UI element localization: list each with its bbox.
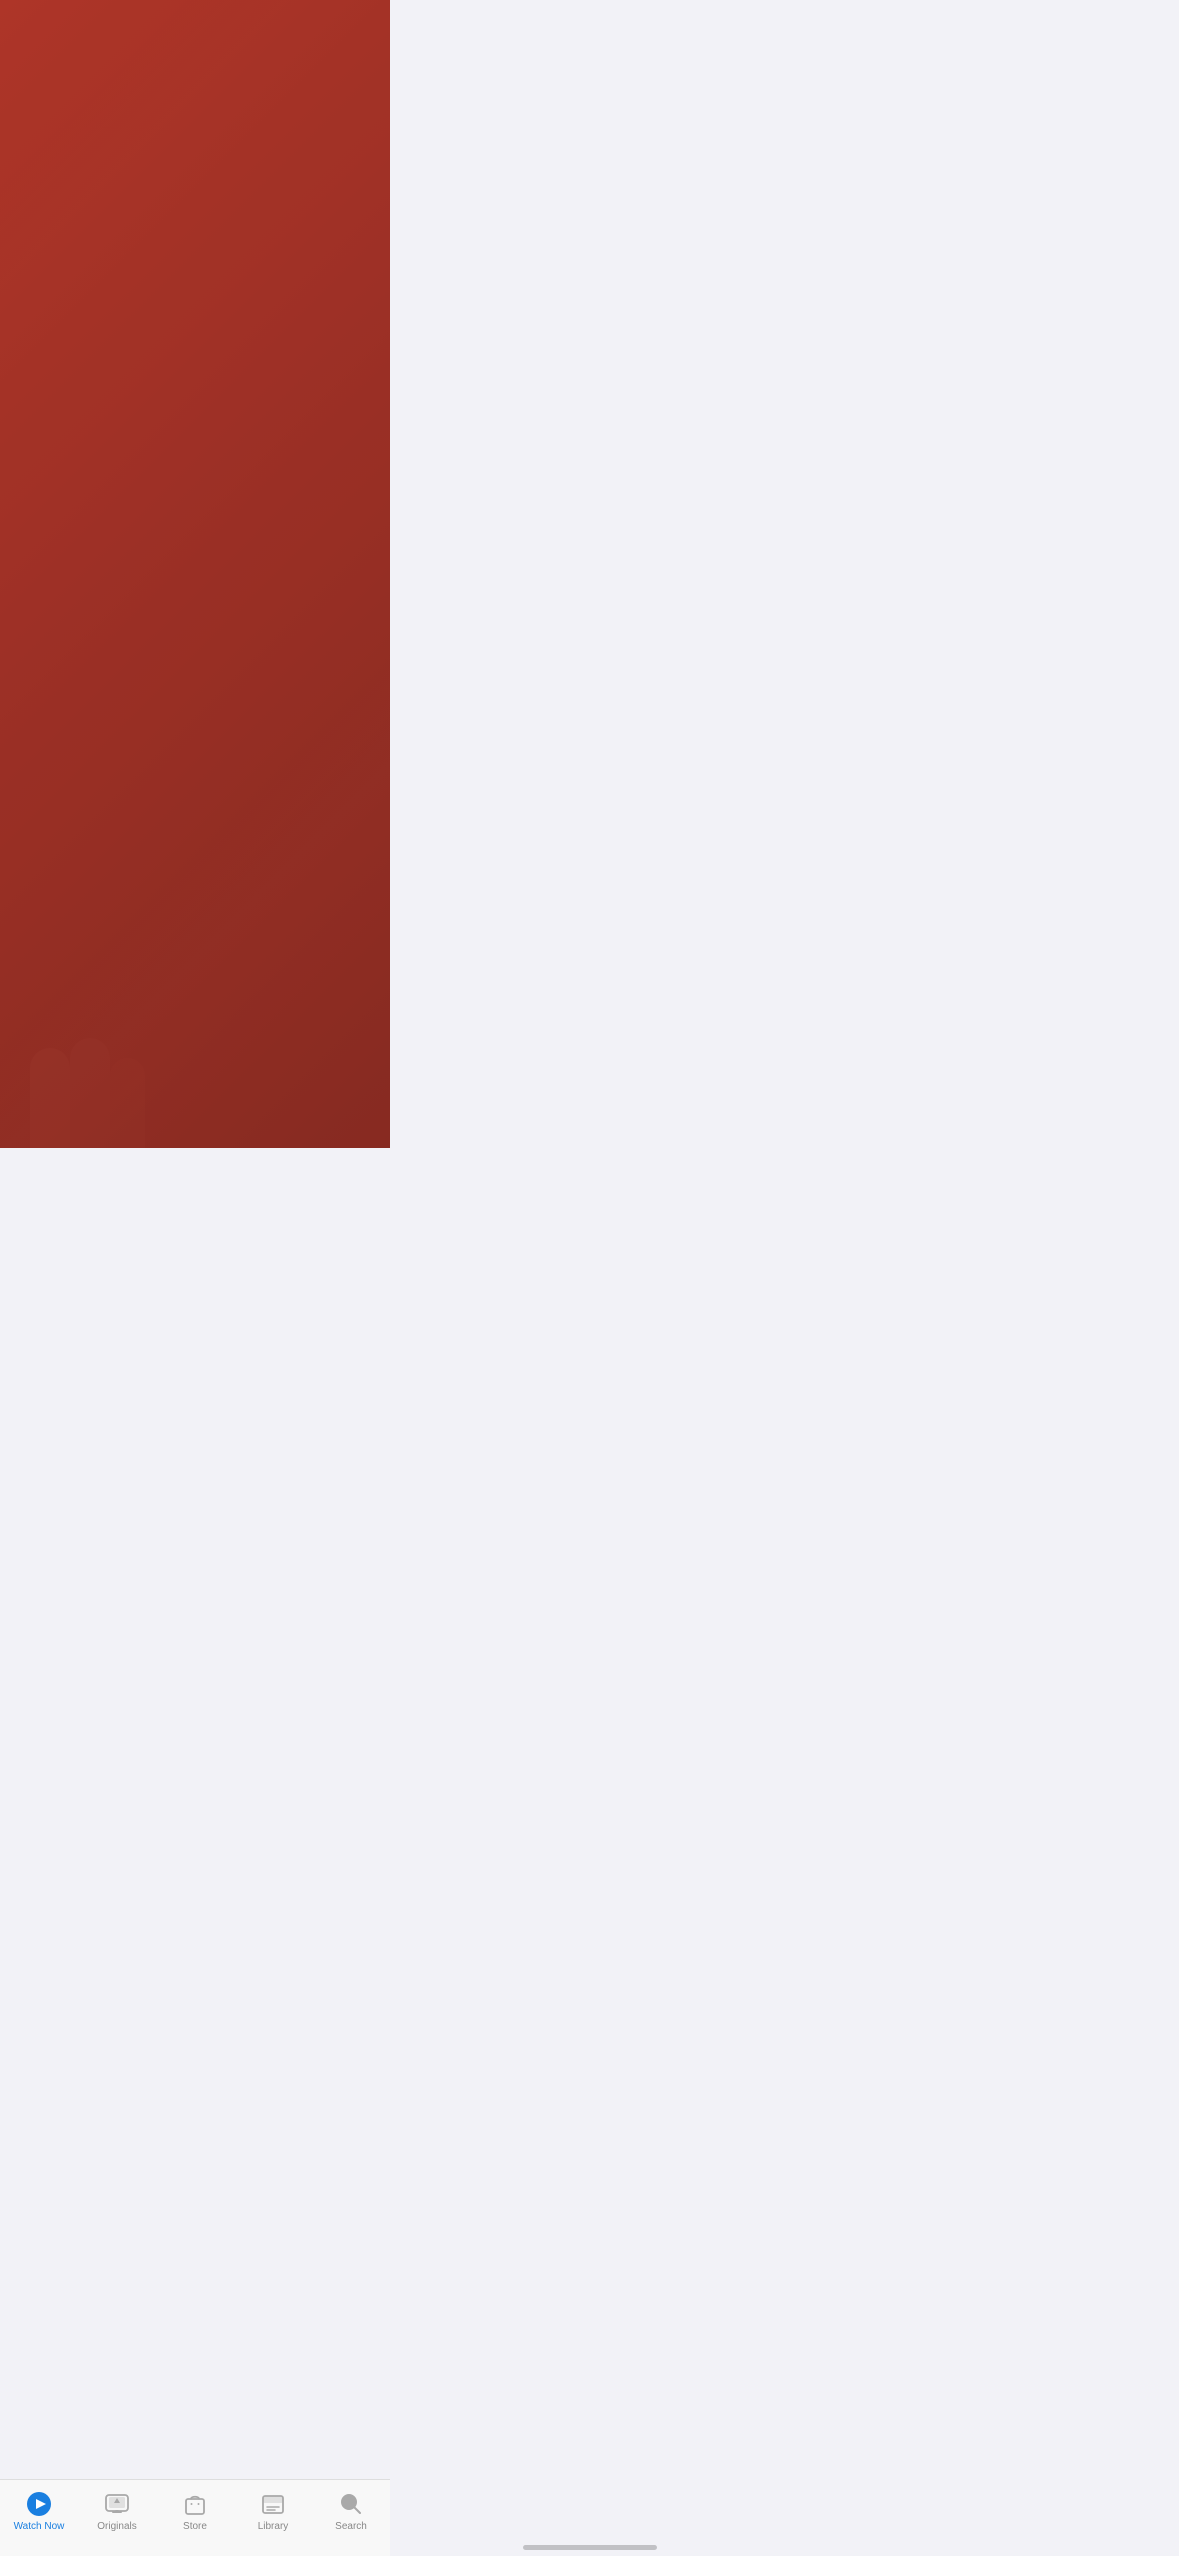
tab-store[interactable]: Store	[165, 2490, 225, 2532]
watch-now-icon	[25, 2490, 53, 2518]
search-tab-label: Search	[335, 2521, 367, 2532]
store-icon	[181, 2490, 209, 2518]
new-shows-section: New Shows and Movies › On your channels …	[0, 795, 390, 1036]
originals-tab-label: Originals	[97, 2521, 136, 2532]
home-indicator	[523, 2545, 657, 2550]
store-tab-label: Store	[183, 2521, 207, 2532]
library-tab-label: Library	[258, 2521, 289, 2532]
new-show-card-2[interactable]	[287, 871, 387, 1016]
watch-now-tab-label: Watch Now	[14, 2521, 65, 2532]
search-icon	[337, 2490, 365, 2518]
tab-search[interactable]: Search	[321, 2490, 381, 2532]
new-shows-scroll[interactable]	[0, 859, 390, 1016]
tab-originals[interactable]: Originals	[87, 2490, 147, 2532]
library-icon	[259, 2490, 287, 2518]
tab-library[interactable]: Library	[243, 2490, 303, 2532]
originals-icon	[103, 2490, 131, 2518]
tab-bar: Watch Now Originals Store	[0, 2479, 390, 2556]
tab-watch-now[interactable]: Watch Now	[9, 2490, 69, 2532]
